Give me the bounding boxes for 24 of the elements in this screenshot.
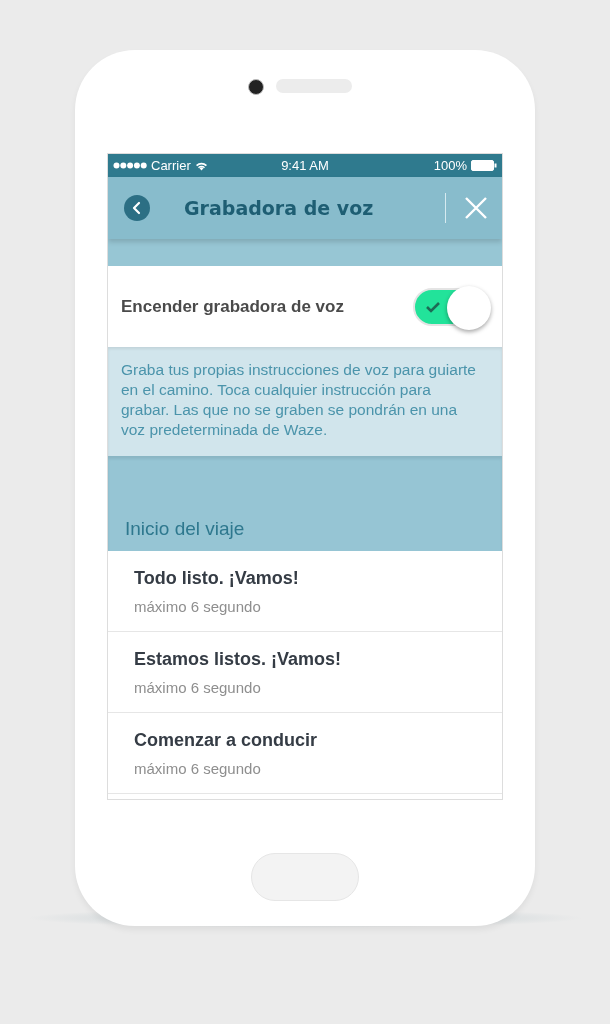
camera-icon [248, 79, 264, 95]
section-title: Inicio del viaje [125, 518, 245, 540]
close-button[interactable] [464, 196, 488, 220]
carrier-name: Carrier [151, 158, 191, 173]
info-text: Graba tus propias instrucciones de voz para guiarte en el camino. Toca cualquier instrucción para grabar. Las que no se graben se pondrán en una voz predeterminada de Waze. [121, 360, 477, 440]
screen-title: Grabadora de voz [184, 197, 375, 219]
battery-icon [471, 160, 497, 171]
item-title: Estamos listos. ¡Vamos! [134, 648, 343, 670]
list-item[interactable]: Comenzar a conducir máximo 6 segundo [108, 713, 502, 794]
item-subtitle: máximo 6 segundo [134, 597, 262, 615]
status-time: 9:41 AM [281, 158, 329, 173]
item-title: Todo listo. ¡Vamos! [134, 567, 300, 589]
check-icon [425, 300, 441, 313]
battery-percent: 100% [433, 158, 467, 173]
signal-icon [113, 162, 147, 169]
item-subtitle: máximo 6 segundo [134, 759, 262, 777]
item-title: Comenzar a conducir [134, 729, 319, 751]
home-button[interactable] [251, 853, 359, 901]
list-item[interactable]: Todo listo. ¡Vamos! máximo 6 segundo [108, 551, 502, 632]
wifi-icon [194, 160, 208, 171]
list-item[interactable]: Estamos listos. ¡Vamos! máximo 6 segundo [108, 632, 502, 713]
item-subtitle: máximo 6 segundo [134, 678, 262, 696]
back-button[interactable] [124, 195, 150, 221]
toggle-label: Encender grabadora de voz [121, 296, 344, 317]
